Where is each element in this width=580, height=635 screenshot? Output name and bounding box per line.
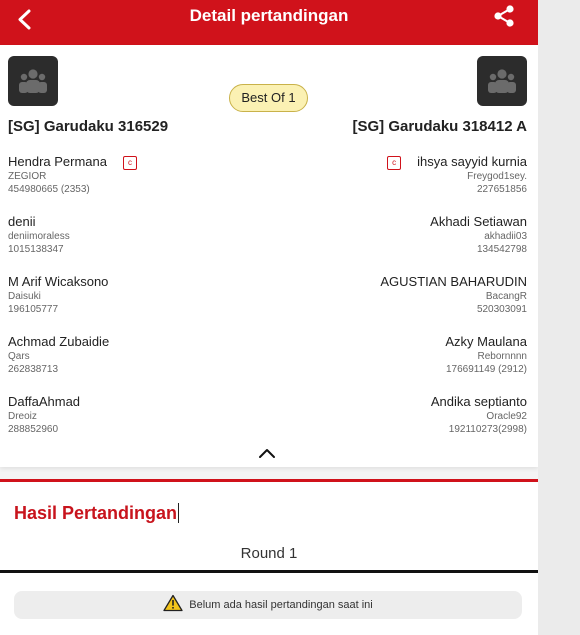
- player-name: Azky Maulana: [445, 334, 527, 349]
- team-a-name: [SG] Garudaku 316529: [8, 118, 169, 135]
- match-detail-card: Best Of 1 [SG] Garudaku 316529 [SG] Garu…: [0, 45, 538, 467]
- player-ign: Rebornnnn: [477, 351, 527, 362]
- player-id: 196105777: [8, 304, 59, 315]
- team-b-avatar: [477, 56, 527, 106]
- player-ign: BacangR: [485, 291, 527, 302]
- match-format-badge: Best Of 1: [229, 84, 308, 112]
- player-name: Hendra Permana: [8, 154, 107, 169]
- share-icon: [494, 5, 514, 27]
- team-a-player: Hendra Permana c ZEGIOR 454980665 (2353): [8, 154, 268, 196]
- player-name: Andika septianto: [430, 394, 527, 409]
- player-id: 1015138347: [8, 244, 64, 255]
- section-divider: [0, 479, 538, 482]
- group-icon: [488, 69, 516, 93]
- team-a-player: DaffaAhmad Dreoiz 288852960: [8, 394, 268, 436]
- player-ign: Oracle92: [486, 411, 527, 422]
- player-ign: akhadii03: [484, 231, 527, 242]
- player-name: AGUSTIAN BAHARUDIN: [380, 274, 527, 289]
- captain-badge: c: [123, 156, 137, 170]
- chevron-up-icon: [259, 449, 275, 458]
- player-id: 520303091: [476, 304, 527, 315]
- collapse-button[interactable]: [258, 446, 276, 458]
- team-b-player: Andika septianto Oracle92 192110273(2998…: [267, 394, 527, 436]
- tab-round-1[interactable]: Round 1: [0, 545, 538, 562]
- player-name: DaffaAhmad: [8, 394, 81, 409]
- team-b-player: c ihsya sayyid kurnia Freygod1sey. 227651…: [267, 154, 527, 196]
- team-a-player: Achmad Zubaidie Qars 262838713: [8, 334, 268, 376]
- warning-icon: [163, 594, 183, 612]
- player-name: Akhadi Setiawan: [430, 214, 527, 229]
- player-id: 192110273(2998): [448, 424, 527, 435]
- tab-indicator: [0, 570, 538, 573]
- match-results-section: Hasil Pertandingan Round 1 Belum ada has…: [0, 479, 538, 635]
- player-name: Achmad Zubaidie: [8, 334, 110, 349]
- share-button[interactable]: [490, 3, 518, 31]
- page-title: Detail pertandingan: [189, 6, 349, 25]
- player-ign: ZEGIOR: [8, 171, 47, 182]
- player-ign: Freygod1sey.: [467, 171, 527, 182]
- player-id: 454980665 (2353): [8, 184, 90, 195]
- player-name: denii: [8, 214, 36, 229]
- captain-badge: c: [387, 156, 402, 170]
- player-id: 134542798: [476, 244, 527, 255]
- team-b-player: AGUSTIAN BAHARUDIN BacangR 520303091: [267, 274, 527, 316]
- results-title: Hasil Pertandingan: [14, 503, 180, 523]
- team-a-avatar: [8, 56, 58, 106]
- player-ign: Qars: [8, 351, 30, 362]
- player-id: 288852960: [8, 424, 59, 435]
- player-ign: deniimoraless: [8, 231, 70, 242]
- player-ign: Dreoiz: [8, 411, 37, 422]
- team-b-player: Azky Maulana Rebornnnn 176691149 (2912): [267, 334, 527, 376]
- team-a-player: denii deniimoraless 1015138347: [8, 214, 268, 256]
- top-bar: Detail pertandingan: [0, 0, 538, 45]
- team-a-player: M Arif Wicaksono Daisuki 196105777: [8, 274, 268, 316]
- app-screen: Detail pertandingan Best Of 1 [SG] Garud…: [0, 0, 538, 635]
- empty-results-notice: Belum ada hasil pertandingan saat ini: [14, 591, 522, 619]
- player-id: 227651856: [476, 184, 527, 195]
- player-id: 176691149 (2912): [446, 364, 527, 375]
- player-name: ihsya sayyid kurnia: [417, 154, 527, 169]
- player-id: 262838713: [8, 364, 59, 375]
- group-icon: [19, 69, 47, 93]
- empty-message: Belum ada hasil pertandingan saat ini: [189, 599, 373, 611]
- team-b-name: [SG] Garudaku 318412 A: [352, 118, 527, 135]
- player-name: M Arif Wicaksono: [8, 274, 109, 289]
- player-ign: Daisuki: [8, 291, 41, 302]
- team-b-player: Akhadi Setiawan akhadii03 134542798: [267, 214, 527, 256]
